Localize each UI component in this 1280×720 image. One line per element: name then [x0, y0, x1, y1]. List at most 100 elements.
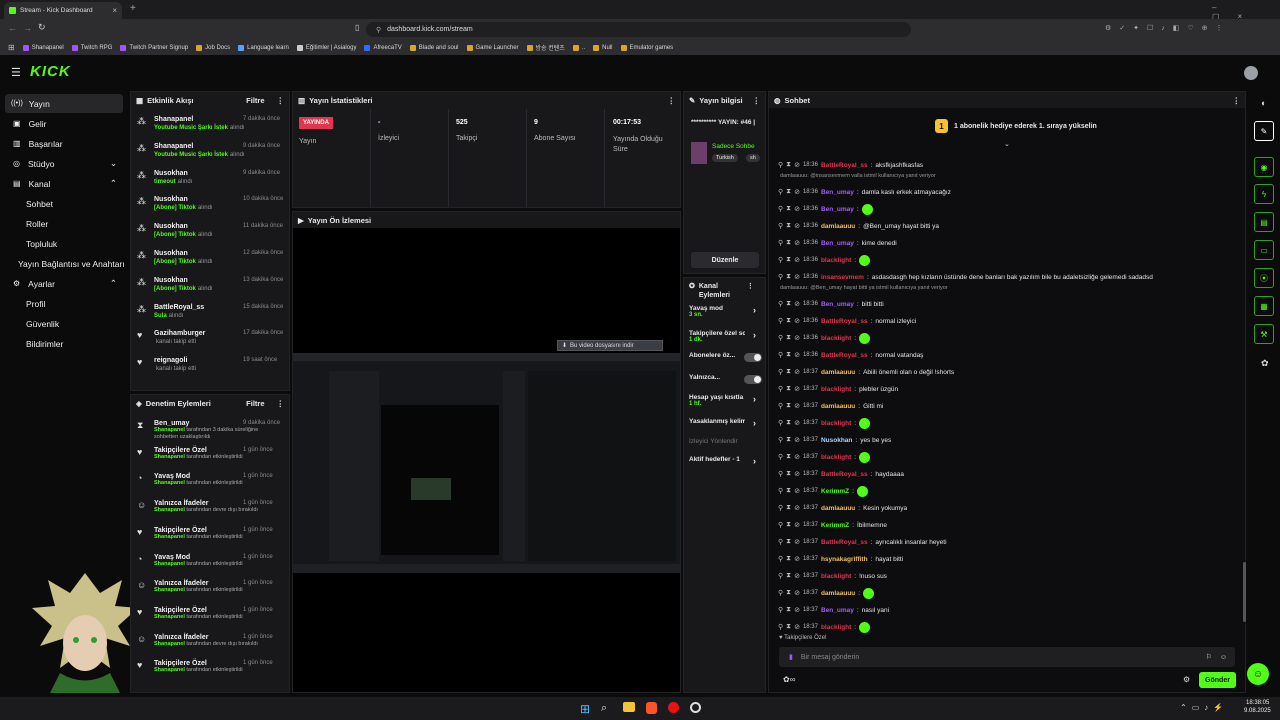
bookmark-icon[interactable]: ▯	[355, 23, 359, 32]
bookmark-item[interactable]: Emulator games	[620, 44, 673, 51]
sidebar-item-kanal[interactable]: ▤ Kanal ⌃	[5, 174, 123, 193]
ban-icon[interactable]: ⊘	[794, 555, 800, 563]
pin-icon[interactable]: ⚲	[778, 436, 783, 444]
pin-icon[interactable]: ⚲	[778, 470, 783, 478]
pin-icon[interactable]: ⚲	[778, 351, 783, 359]
chat-username[interactable]: hsynakagriffith	[821, 556, 868, 563]
timeout-icon[interactable]: ⧗	[786, 453, 791, 461]
chat-message[interactable]: ⚲ ⧗ ⊘ 18:36 Ben_umay:	[778, 201, 873, 217]
timeout-icon[interactable]: ⧗	[786, 538, 791, 546]
channel-action[interactable]: Yasaklanmış kelim ›	[689, 418, 761, 428]
chat-scrollbar[interactable]	[1243, 562, 1246, 622]
timeout-icon[interactable]: ⧗	[786, 470, 791, 478]
sidebar-item-sohbet[interactable]: Sohbet	[5, 194, 123, 213]
bookmark-item[interactable]: Eğitimler | Asialogy	[296, 44, 356, 51]
more-icon[interactable]: ⋮	[668, 96, 676, 105]
sidebar-item-topluluk[interactable]: Topluluk	[5, 234, 123, 253]
chat-username[interactable]: blacklight	[821, 257, 851, 264]
sidebar-item-studyo[interactable]: ◎ Stüdyo ⌄	[5, 154, 123, 173]
chat-username[interactable]: insansevmem	[821, 274, 864, 281]
sidebar-item-profil[interactable]: Profil	[5, 294, 123, 313]
pin-icon[interactable]: ⚲	[778, 623, 783, 631]
chat-message[interactable]: ⚲ ⧗ ⊘ 18:36 Ben_umay: bitti bitti	[778, 296, 884, 312]
bookmark-item[interactable]: Twitch RPG	[71, 44, 112, 51]
channel-action[interactable]: Yalnızca...	[689, 374, 762, 384]
bookmark-item[interactable]: Null	[593, 44, 613, 51]
chat-username[interactable]: Ben_umay	[821, 189, 854, 196]
ban-icon[interactable]: ⊘	[794, 368, 800, 376]
pen-icon[interactable]: ✎	[1254, 121, 1274, 141]
chat-message[interactable]: ⚲ ⧗ ⊘ 18:37 Nusokhan: yes be yes	[778, 432, 891, 448]
ban-icon[interactable]: ⊘	[794, 606, 800, 614]
address-bar[interactable]: ⚲ dashboard.kick.com/stream	[366, 22, 911, 37]
ban-icon[interactable]: ⊘	[794, 402, 800, 410]
pin-icon[interactable]: ⚲	[778, 239, 783, 247]
ban-icon[interactable]: ⊘	[794, 623, 800, 631]
sidebar-item-roller[interactable]: Roller	[5, 214, 123, 233]
pin-icon[interactable]: ⚲	[778, 402, 783, 410]
bookmark-item[interactable]: Language learn	[238, 44, 289, 51]
chat-message[interactable]: ⚲ ⧗ ⊘ 18:37 blacklight:	[778, 415, 871, 431]
chat-username[interactable]: BattleRoyal_ss	[821, 352, 868, 359]
chat-username[interactable]: damlaauuu	[821, 590, 855, 597]
ban-icon[interactable]: ⊘	[794, 188, 800, 196]
chat-username[interactable]: blacklight	[821, 335, 851, 342]
ban-icon[interactable]: ⊘	[794, 161, 800, 169]
chat-message[interactable]: ⚲ ⧗ ⊘ 18:36 BattleRoyal_ss: normal izleyici	[778, 313, 916, 329]
toggle-switch[interactable]	[744, 353, 762, 362]
timeout-icon[interactable]: ⧗	[786, 273, 791, 281]
chat-username[interactable]: blacklight	[821, 624, 851, 631]
pin-icon[interactable]: ⚲	[778, 368, 783, 376]
ban-icon[interactable]: ⊘	[794, 222, 800, 230]
timeout-icon[interactable]: ⧗	[786, 402, 791, 410]
chat-message[interactable]: ⚲ ⧗ ⊘ 18:36 blacklight:	[778, 252, 871, 268]
chat-username[interactable]: damlaauuu	[821, 223, 855, 230]
more-icon[interactable]: ⋮	[277, 96, 285, 105]
chat-message[interactable]: ⚲ ⧗ ⊘ 18:36 Ben_umay: kime denedi	[778, 235, 897, 251]
timeout-icon[interactable]: ⧗	[786, 317, 791, 325]
channel-action[interactable]: Yavaş mod 3 sn. ›	[689, 305, 761, 318]
pin-icon[interactable]: ⚲	[778, 300, 783, 308]
pin-icon[interactable]: ⚲	[778, 504, 783, 512]
tag[interactable]: Turkish	[712, 154, 738, 162]
pin-icon[interactable]: ⚲	[778, 453, 783, 461]
ban-icon[interactable]: ⊘	[794, 572, 800, 580]
sidebar-item-basarilar[interactable]: ▥ Başarılar	[5, 134, 123, 153]
edit-button[interactable]: Düzenle	[691, 252, 759, 268]
sidebar-item-ayarlar[interactable]: ⚙ Ayarlar ⌃	[5, 274, 123, 293]
ban-icon[interactable]: ⊘	[794, 239, 800, 247]
channel-action[interactable]: İzleyici Yönlendir	[689, 438, 761, 445]
chat-username[interactable]: BattleRoyal_ss	[821, 162, 868, 169]
moon-icon[interactable]: ◐	[1261, 98, 1266, 108]
close-icon[interactable]: ×	[112, 6, 117, 15]
timeout-icon[interactable]: ⧗	[786, 239, 791, 247]
more-icon[interactable]: ⋮	[1233, 96, 1241, 105]
ban-icon[interactable]: ⊘	[794, 317, 800, 325]
category-name[interactable]: Sadece Sohbe	[712, 143, 762, 150]
chat-message[interactable]: ⚲ ⧗ ⊘ 18:37 blacklight:	[778, 449, 871, 465]
ban-icon[interactable]: ⊘	[794, 300, 800, 308]
bookmark-item[interactable]: Shanapanel	[22, 44, 64, 51]
ban-icon[interactable]: ⊘	[794, 334, 800, 342]
timeout-icon[interactable]: ⧗	[786, 521, 791, 529]
ban-icon[interactable]: ⊘	[794, 589, 800, 597]
record-icon[interactable]	[668, 702, 679, 713]
chat-username[interactable]: blacklight	[821, 454, 851, 461]
timeout-icon[interactable]: ⧗	[786, 419, 791, 427]
chat-message[interactable]: ⚲ ⧗ ⊘ 18:37 damlaauuu: Abiili önemli olan o d…	[778, 364, 954, 380]
timeout-icon[interactable]: ⧗	[786, 351, 791, 359]
chat-message[interactable]: ⚲ ⧗ ⊘ 18:36 BattleRoyal_ss: aksfkjashfkasfas	[778, 157, 923, 173]
pin-icon[interactable]: ⚲	[778, 334, 783, 342]
kick-logo[interactable]: KICK	[30, 63, 71, 80]
timeout-icon[interactable]: ⧗	[786, 504, 791, 512]
pin-icon[interactable]: ⚲	[778, 317, 783, 325]
pin-icon[interactable]: ⚲	[778, 161, 783, 169]
chat-input[interactable]: ▮ Bir mesaj gönderin ⚐ ☺	[779, 647, 1235, 667]
chat-message[interactable]: ⚲ ⧗ ⊘ 18:37 damlaauuu: Gitti mi	[778, 398, 883, 414]
ban-icon[interactable]: ⊘	[794, 385, 800, 393]
timeout-icon[interactable]: ⧗	[786, 256, 791, 264]
gear-icon[interactable]: ⚙	[1183, 675, 1190, 684]
chat-username[interactable]: Ben_umay	[821, 240, 854, 247]
browser-tab[interactable]: Stream - Kick Dashboard ×	[4, 2, 122, 19]
pin-icon[interactable]: ⚲	[778, 487, 783, 495]
